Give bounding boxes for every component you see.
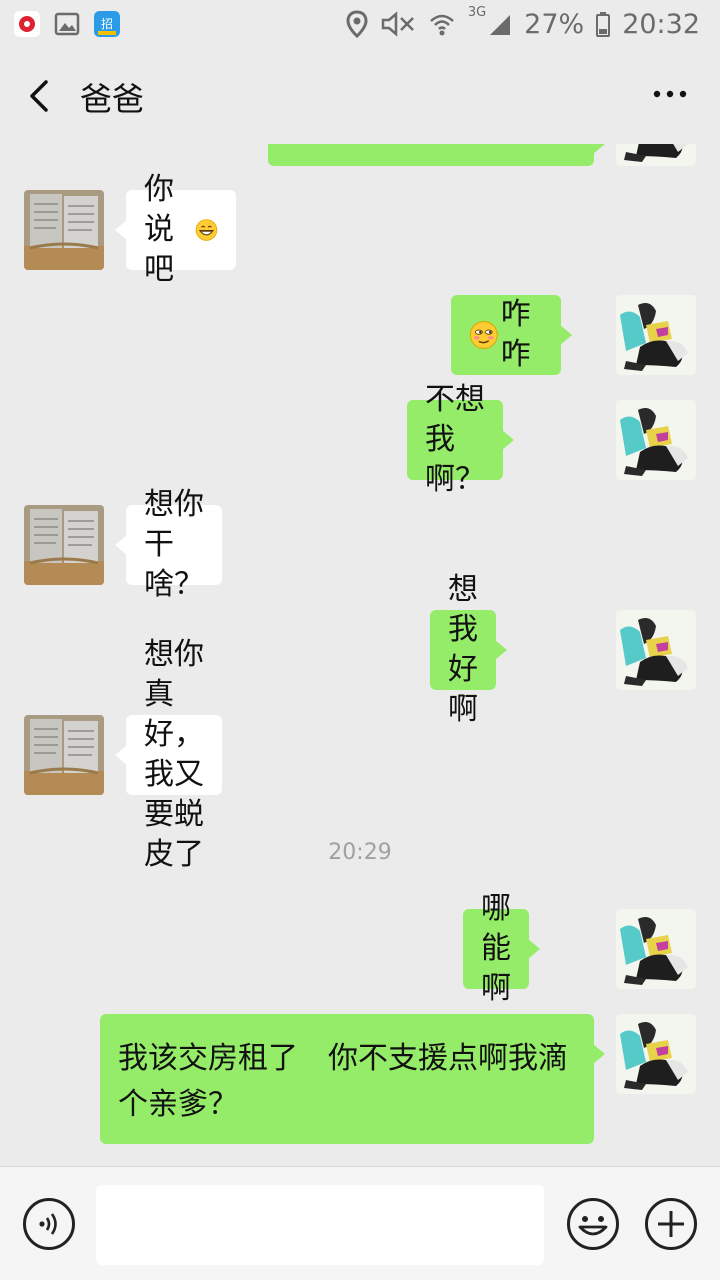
message-text: 想你真好，我又要蜕皮了 xyxy=(144,637,204,872)
app-blue-icon: 招 xyxy=(94,11,120,37)
plus-icon[interactable] xyxy=(644,1197,698,1251)
message-text: 不想我啊？ xyxy=(425,382,485,497)
mute-icon xyxy=(381,11,414,37)
chat-title: 爸爸 xyxy=(80,80,145,118)
location-icon xyxy=(346,10,368,38)
contact-avatar[interactable] xyxy=(24,505,104,585)
my-avatar[interactable] xyxy=(616,610,696,690)
status-bar: 招 3G 27% 20:32 xyxy=(0,0,720,48)
message-list[interactable]: 你说吧 咋咋 不想我啊？ 想你干啥？ 想我好啊 想你真好，我又要蜕皮了 20:2… xyxy=(0,144,720,1166)
message-bubble[interactable]: 咋咋 xyxy=(451,295,572,375)
network-type: 3G xyxy=(467,5,487,20)
message-bubble[interactable]: 想我好啊 xyxy=(430,572,507,727)
message-bubble[interactable]: 不想我啊？ xyxy=(407,382,514,497)
wifi-icon xyxy=(429,14,454,36)
app-red-icon xyxy=(14,11,40,37)
message-bubble[interactable]: 哪能啊 xyxy=(463,891,540,1006)
message-text: 我该交房租了 你不支援点啊我滴个亲爹？ xyxy=(118,1041,568,1122)
message-bubble-partial[interactable] xyxy=(268,144,605,166)
gallery-icon xyxy=(54,12,80,36)
message-input[interactable] xyxy=(96,1185,544,1265)
message-bubble[interactable]: 想你干啥？ xyxy=(115,487,222,602)
voice-icon[interactable] xyxy=(22,1197,76,1251)
chat-header: 爸爸 xyxy=(0,48,720,144)
battery-percent: 27% xyxy=(524,8,585,40)
message-text: 你说吧 xyxy=(144,172,174,287)
message-text: 想你干啥？ xyxy=(144,487,204,602)
message-bubble[interactable]: 你说吧 xyxy=(115,172,236,287)
my-avatar[interactable] xyxy=(616,295,696,375)
my-avatar[interactable] xyxy=(616,1014,696,1094)
my-avatar[interactable] xyxy=(616,909,696,989)
message-text: 咋咋 xyxy=(500,297,531,372)
contact-avatar[interactable] xyxy=(24,190,104,270)
more-dots-icon[interactable] xyxy=(650,84,690,104)
clock: 20:32 xyxy=(622,8,700,40)
back-chevron-icon[interactable] xyxy=(22,78,58,114)
emoji-icon[interactable] xyxy=(566,1197,620,1251)
my-avatar[interactable] xyxy=(616,144,696,166)
signal-icon xyxy=(490,15,511,35)
message-text: 想我好啊 xyxy=(448,572,478,727)
svg-text:招: 招 xyxy=(101,17,113,31)
contact-avatar[interactable] xyxy=(24,715,104,795)
message-bubble[interactable]: 我该交房租了 你不支援点啊我滴个亲爹？ xyxy=(100,1014,605,1144)
input-bar xyxy=(0,1166,720,1280)
smirking-face-emoji xyxy=(469,321,498,349)
my-avatar[interactable] xyxy=(616,400,696,480)
chat-timestamp: 20:29 xyxy=(328,840,392,865)
message-text: 哪能啊 xyxy=(481,891,511,1006)
grinning-face-emoji xyxy=(195,219,218,241)
message-bubble[interactable]: 想你真好，我又要蜕皮了 xyxy=(115,637,222,872)
battery-icon xyxy=(596,12,611,37)
